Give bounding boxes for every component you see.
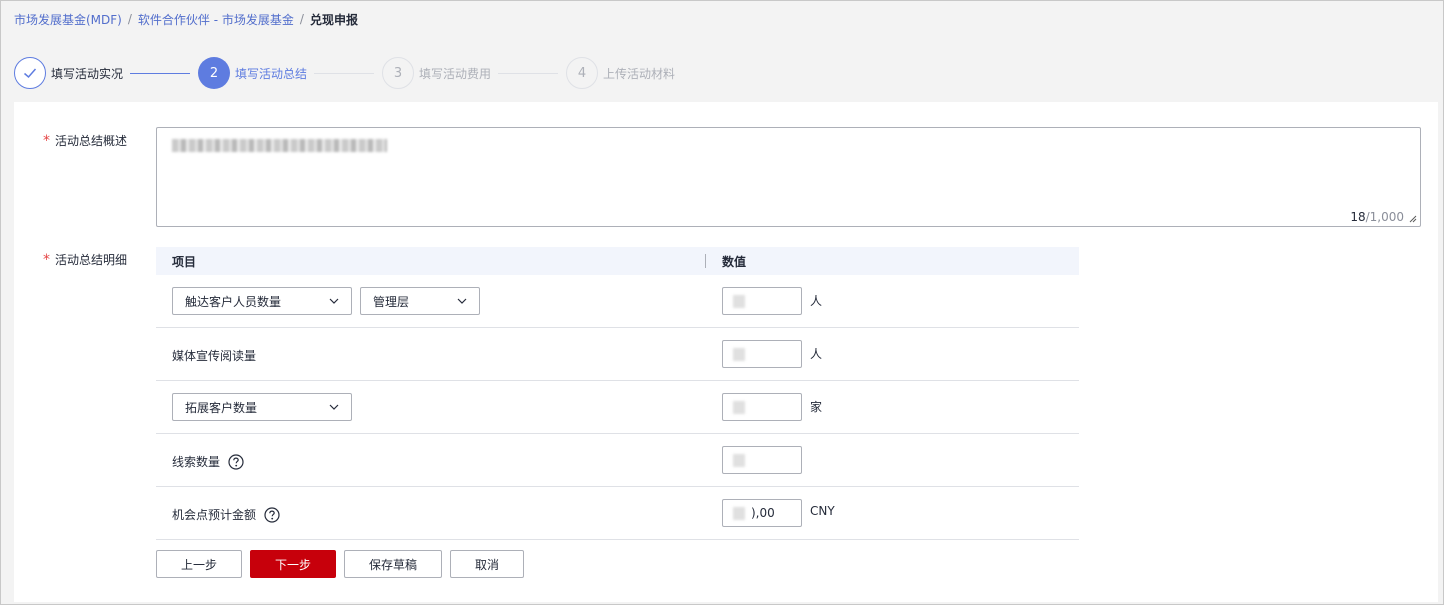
step-2-number: 2 [198,57,230,89]
step-2-label: 填写活动总结 [235,66,308,81]
value-redacted [733,348,745,361]
opportunity-amount-input[interactable]: ),00 [722,499,802,527]
form-card: * 活动总结概述 18/1,000 * 活动总结明细 项目 数值 触达客户人员数… [14,102,1438,602]
unit-label: 家 [810,400,823,414]
leads-count-input[interactable] [722,446,802,474]
chevron-down-icon [457,298,467,304]
breadcrumb-separator: / [299,12,304,26]
value-redacted [733,454,745,467]
table-row: 媒体宣传阅读量 人 [156,328,1079,381]
header-divider [705,254,706,268]
value-redacted [733,507,745,520]
step-4-label: 上传活动材料 [603,66,676,81]
table-row: 机会点预计金额 ),00 CNY [156,487,1079,540]
step-4-number: 4 [566,57,598,89]
audience-level-select[interactable]: 管理层 [360,287,480,315]
opportunity-amount-label: 机会点预计金额 [172,506,280,523]
cancel-button[interactable]: 取消 [450,550,524,578]
value-redacted [733,295,745,308]
step-4[interactable]: 4 上传活动材料 [566,57,675,89]
step-3-number: 3 [382,57,414,89]
help-icon[interactable] [264,506,280,523]
metric-type-select[interactable]: 触达客户人员数量 [172,287,352,315]
table-row: 拓展客户数量 家 [156,381,1079,434]
expansion-type-select[interactable]: 拓展客户数量 [172,393,352,421]
step-3-label: 填写活动费用 [419,66,492,81]
detail-label: * 活动总结明细 [43,252,128,268]
currency-label: CNY [810,504,835,518]
help-icon[interactable] [228,453,244,470]
step-connector [314,73,374,74]
prev-step-button[interactable]: 上一步 [156,550,242,578]
header-item: 项目 [172,255,197,269]
media-reads-input[interactable] [722,340,802,368]
step-connector [498,73,558,74]
amount-value-suffix: ),00 [751,506,775,520]
save-draft-button[interactable]: 保存草稿 [344,550,442,578]
unit-label: 人 [810,347,823,361]
value-redacted [733,401,745,414]
leads-count-label: 线索数量 [172,453,244,470]
table-header: 项目 数值 [156,247,1079,275]
chevron-down-icon [329,298,339,304]
resize-handle-icon[interactable] [1407,213,1417,223]
required-mark: * [43,252,50,268]
detail-table: 项目 数值 触达客户人员数量 管理层 人 媒体宣传阅读量 人 拓展客户数量 家 … [156,247,1079,540]
header-value: 数值 [722,255,747,269]
media-reads-label: 媒体宣传阅读量 [172,349,257,363]
breadcrumb: 市场发展基金(MDF) / 软件合作伙伴 - 市场发展基金 / 兑现申报 [14,10,358,28]
breadcrumb-item-software-partner[interactable]: 软件合作伙伴 - 市场发展基金 [138,11,294,28]
step-3[interactable]: 3 填写活动费用 [382,57,491,89]
required-mark: * [43,133,50,149]
summary-label: * 活动总结概述 [43,133,128,149]
breadcrumb-current: 兑现申报 [309,12,358,27]
summary-textarea[interactable]: 18/1,000 [156,127,1421,227]
reach-count-input[interactable] [722,287,802,315]
breadcrumb-separator: / [127,12,132,26]
char-counter: 18/1,000 [1350,210,1404,224]
check-icon [14,57,46,89]
next-step-button[interactable]: 下一步 [250,550,336,578]
unit-label: 人 [810,294,823,308]
summary-text-redacted [172,139,387,152]
new-customers-input[interactable] [722,393,802,421]
step-2[interactable]: 2 填写活动总结 [198,57,307,89]
step-connector [130,73,190,74]
table-row: 线索数量 [156,434,1079,487]
page-frame: 市场发展基金(MDF) / 软件合作伙伴 - 市场发展基金 / 兑现申报 填写活… [0,0,1444,605]
chevron-down-icon [329,404,339,410]
table-row: 触达客户人员数量 管理层 人 [156,275,1079,328]
breadcrumb-item-mdf[interactable]: 市场发展基金(MDF) [14,11,122,28]
step-1-label: 填写活动实况 [51,66,124,81]
step-1[interactable]: 填写活动实况 [14,57,123,89]
